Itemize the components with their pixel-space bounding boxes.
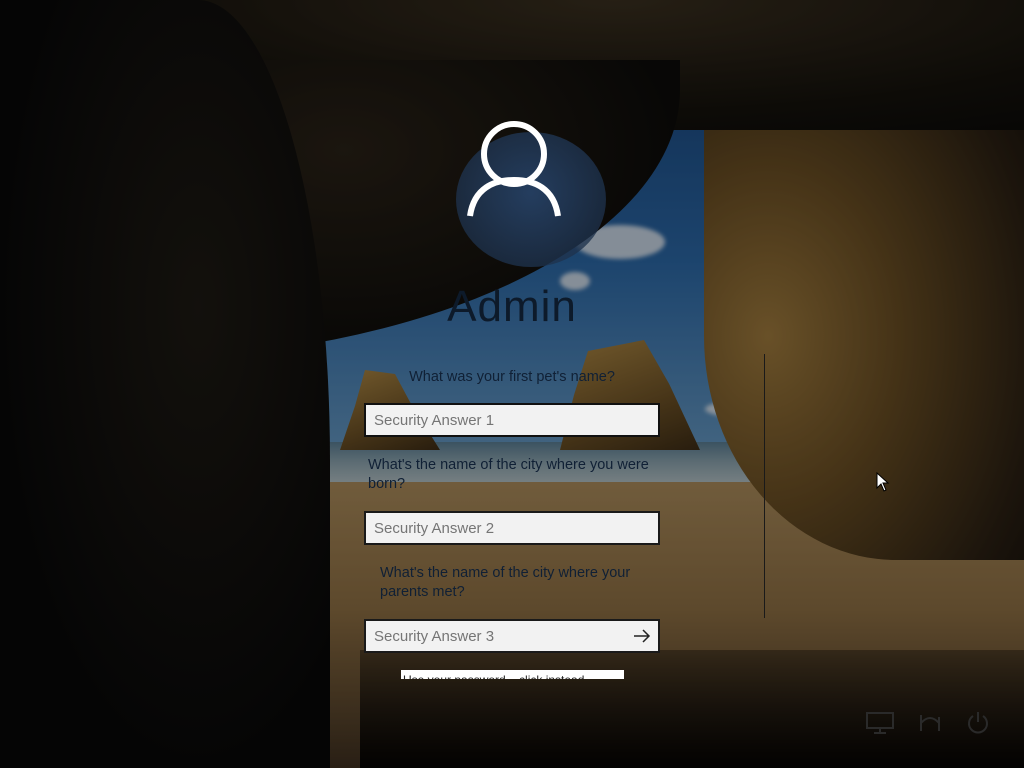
user-name: Admin bbox=[447, 282, 577, 331]
user-icon bbox=[467, 121, 561, 217]
power-icon bbox=[968, 712, 988, 734]
ease-of-access-icon bbox=[920, 715, 940, 731]
panel-divider bbox=[764, 354, 765, 618]
power-button[interactable] bbox=[960, 710, 996, 736]
security-answer-1-input[interactable] bbox=[364, 403, 660, 437]
user-avatar bbox=[440, 120, 606, 270]
network-button[interactable] bbox=[862, 710, 898, 736]
security-answer-3-input[interactable] bbox=[364, 619, 660, 653]
arrow-right-icon bbox=[634, 629, 651, 643]
ease-of-access-button[interactable] bbox=[912, 710, 948, 736]
reset-link[interactable]: Use your password... click instead bbox=[401, 670, 624, 679]
security-answer-2-input[interactable] bbox=[364, 511, 660, 545]
mouse-cursor-icon bbox=[876, 472, 890, 492]
security-question-3: What's the name of the city where your p… bbox=[380, 565, 631, 600]
submit-button[interactable] bbox=[626, 621, 658, 651]
network-icon bbox=[866, 712, 894, 734]
security-question-1: What was your first pet's name? bbox=[409, 369, 615, 385]
security-question-2: What's the name of the city where you we… bbox=[368, 457, 649, 492]
